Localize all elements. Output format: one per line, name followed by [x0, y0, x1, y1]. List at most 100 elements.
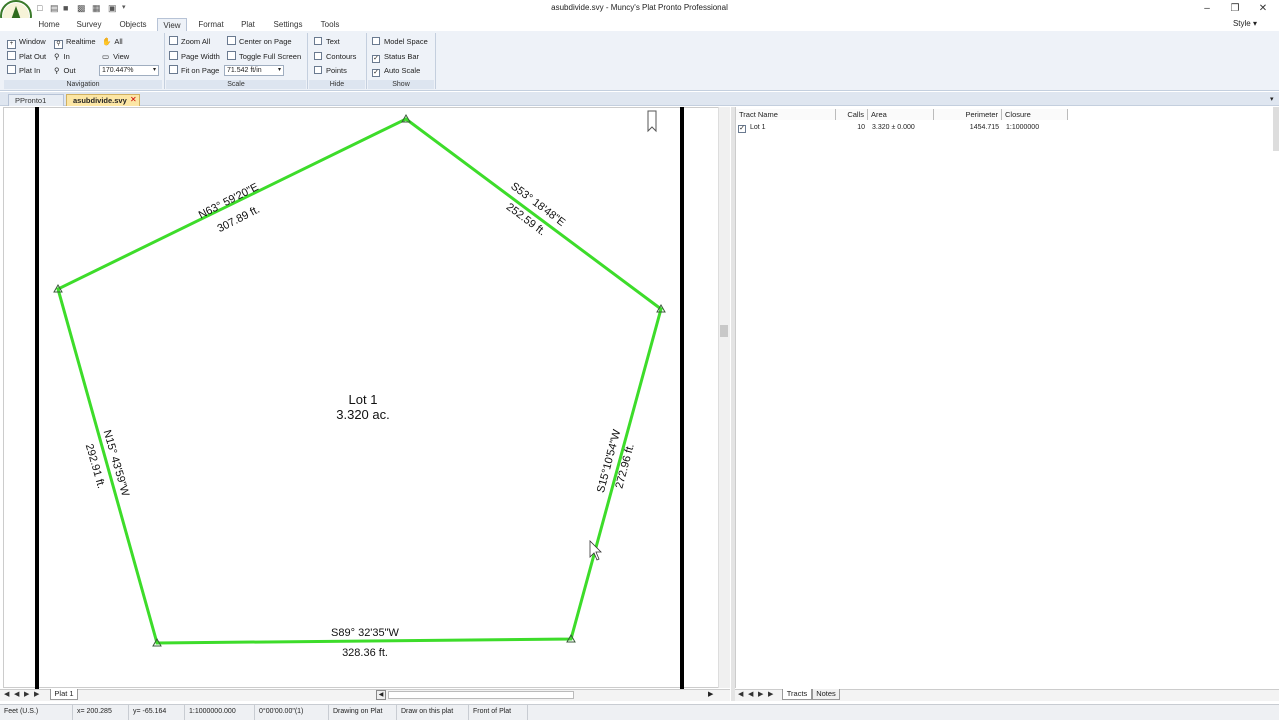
canvas-horizontal-scrollbar[interactable] — [0, 689, 730, 701]
hide-points-label: Points — [326, 66, 347, 75]
lot-name-label: Lot 1 — [349, 392, 378, 407]
zoom-in-icon: ⚲ — [54, 52, 60, 61]
tracts-vertical-scrollbar[interactable] — [1273, 107, 1279, 151]
sheet-tab-plat-1[interactable]: Plat 1 — [50, 689, 78, 700]
status-x-coordinate: x= 200.285 — [72, 704, 128, 720]
doc-tab-ppronto1[interactable]: PPronto1 — [8, 94, 64, 106]
view-label: View — [113, 52, 130, 61]
realtime-label: Realtime — [66, 37, 96, 46]
prev-sheet-icon[interactable]: ◀ — [14, 690, 19, 698]
zoom-out-button[interactable]: ⚲ Out — [54, 65, 76, 77]
checkmark-icon: ✓ — [372, 55, 380, 63]
last-tab-icon[interactable]: ▶ — [768, 690, 773, 698]
all-label: All — [114, 37, 123, 46]
zoom-in-button[interactable]: ⚲ In — [54, 51, 70, 63]
next-sheet-icon[interactable]: ▶ — [24, 690, 29, 698]
hide-contours-checkbox[interactable]: Contours — [314, 51, 356, 63]
document-tab-strip — [0, 92, 1279, 106]
model-space-checkbox[interactable]: Model Space — [372, 36, 428, 48]
table-row[interactable]: ✓ Lot 1 — [738, 123, 836, 133]
zoom-percent-combo[interactable]: 170.447% ▾ — [99, 65, 159, 76]
close-tab-icon[interactable]: ✕ — [130, 95, 137, 104]
status-plat-side: Front of Plat — [468, 704, 528, 720]
window-zoom-icon: + — [7, 40, 16, 49]
model-space-label: Model Space — [384, 37, 428, 46]
plat-drawing[interactable]: N63° 59'20"E 307.89 ft. S53° 18'48"E 252… — [0, 107, 720, 689]
zoom-all-icon — [169, 36, 178, 45]
plat-out-button[interactable]: Plat Out — [7, 51, 46, 63]
checkmark-icon[interactable]: ✓ — [738, 125, 746, 133]
tab-format[interactable]: Format — [194, 18, 228, 31]
scale-value: 71.542 ft/in — [227, 67, 262, 74]
out-label: Out — [63, 66, 76, 75]
fit-page-icon — [169, 65, 178, 74]
minimize-button[interactable]: – — [1194, 2, 1220, 16]
lot-boundary[interactable] — [56, 117, 663, 645]
auto-scale-checkbox[interactable]: ✓ Auto Scale — [372, 65, 420, 77]
checkbox-icon — [372, 37, 380, 45]
close-window-button[interactable]: ✕ — [1250, 2, 1276, 16]
column-header-tract-name[interactable]: Tract Name — [736, 109, 836, 120]
view-icon: ▭ — [102, 52, 110, 61]
status-angle: 0°00'00.00"(1) — [254, 704, 328, 720]
last-sheet-icon[interactable]: ▶ — [34, 690, 39, 698]
toggle-full-screen-button[interactable]: Toggle Full Screen — [227, 51, 301, 63]
tab-objects[interactable]: Objects — [114, 18, 152, 31]
hide-points-checkbox[interactable]: Points — [314, 65, 347, 77]
north-arrow-icon — [647, 110, 657, 133]
window-title: asubdivide.svy - Muncy's Plat Pronto Pro… — [551, 3, 728, 12]
scale-combo[interactable]: 71.542 ft/in ▾ — [224, 65, 284, 76]
column-header-calls[interactable]: Calls — [836, 109, 868, 120]
pan-all-button[interactable]: ✋ All — [102, 36, 123, 48]
center-on-page-label: Center on Page — [239, 37, 292, 46]
tab-tracts[interactable]: Tracts — [782, 689, 812, 700]
status-units: Feet (U.S.) — [4, 708, 39, 715]
tab-view[interactable]: View — [157, 18, 187, 31]
scroll-left-icon[interactable]: ◀ — [376, 690, 386, 700]
tab-tools[interactable]: Tools — [316, 18, 344, 31]
area-cell: 3.320 ± 0.000 — [872, 124, 915, 131]
status-bar-checkbox[interactable]: ✓ Status Bar — [372, 51, 419, 63]
first-sheet-icon[interactable]: ◀ — [4, 690, 9, 698]
checkbox-icon — [314, 52, 322, 60]
column-header-area[interactable]: Area — [868, 109, 934, 120]
tab-survey[interactable]: Survey — [71, 18, 107, 31]
tab-plat[interactable]: Plat — [236, 18, 260, 31]
tab-notes[interactable]: Notes — [812, 689, 840, 700]
column-header-closure[interactable]: Closure — [1002, 109, 1068, 120]
window-zoom-button[interactable]: + Window — [7, 36, 46, 49]
column-header-perimeter[interactable]: Perimeter — [934, 109, 1002, 120]
view-button[interactable]: ▭ View — [102, 51, 129, 63]
zoom-out-icon: ⚲ — [54, 66, 60, 75]
tab-list-dropdown-icon[interactable]: ▾ — [1270, 95, 1274, 103]
tab-settings[interactable]: Settings — [268, 18, 308, 31]
tab-home[interactable]: Home — [33, 18, 65, 31]
hide-text-checkbox[interactable]: Text — [314, 36, 340, 48]
closure-cell: 1:1000000 — [1006, 124, 1040, 131]
status-bar-label: Status Bar — [384, 52, 420, 61]
prev-tab-icon[interactable]: ◀ — [748, 690, 753, 698]
tract-name-cell: Lot 1 — [750, 124, 766, 131]
canvas-vertical-scrollbar[interactable] — [718, 107, 730, 688]
style-menu[interactable]: Style ▾ — [1233, 19, 1257, 28]
plat-in-button[interactable]: Plat In — [7, 65, 40, 77]
scroll-right-icon[interactable]: ▶ — [708, 690, 713, 698]
restore-button[interactable]: ❐ — [1222, 2, 1248, 16]
canvas-vscroll-thumb[interactable] — [720, 325, 728, 337]
navigation-group-label: Navigation — [4, 80, 162, 89]
next-tab-icon[interactable]: ▶ — [758, 690, 763, 698]
page-width-button[interactable]: Page Width — [169, 51, 220, 63]
doc-tab-asubdivide[interactable]: asubdivide.svy — [66, 94, 140, 106]
status-mode: Drawing on Plat — [328, 704, 396, 720]
center-on-page-button[interactable]: Center on Page — [227, 36, 292, 48]
first-tab-icon[interactable]: ◀ — [738, 690, 743, 698]
realtime-zoom-button[interactable]: ⚲ Realtime — [54, 36, 96, 49]
status-draw-target: Draw on this plat — [396, 704, 468, 720]
perimeter-cell: 1454.715 — [969, 124, 999, 131]
fit-on-page-button[interactable]: Fit on Page — [169, 65, 219, 77]
plat-out-icon — [7, 51, 16, 60]
show-group-label: Show — [368, 80, 434, 89]
canvas-hscroll-thumb[interactable] — [388, 691, 574, 699]
zoom-all-button[interactable]: Zoom All — [169, 36, 210, 48]
full-screen-icon — [227, 51, 236, 60]
